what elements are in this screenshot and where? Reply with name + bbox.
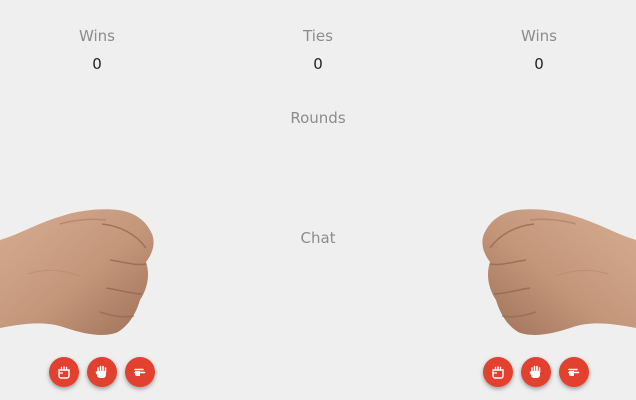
left-scissors-button[interactable]: [125, 357, 155, 387]
right-wins-value: 0: [534, 55, 544, 73]
chat-label: Chat: [300, 229, 336, 247]
ties-value: 0: [313, 55, 323, 73]
right-score: Wins 0: [479, 26, 599, 74]
left-paper-button[interactable]: [87, 357, 117, 387]
ties-label: Ties: [303, 27, 333, 45]
rock-icon: [492, 366, 504, 379]
rounds-label: Rounds: [290, 109, 346, 127]
right-scissors-button[interactable]: [559, 357, 589, 387]
left-rock-button[interactable]: [49, 357, 79, 387]
left-score: Wins 0: [37, 26, 157, 74]
right-fist-image: [482, 209, 636, 335]
scissors-icon: [568, 368, 580, 376]
left-wins-label: Wins: [79, 27, 115, 45]
ties-score: Ties 0: [258, 26, 378, 74]
rock-icon: [58, 366, 70, 379]
paper-icon: [95, 365, 107, 378]
left-fist-image: [0, 209, 154, 335]
left-wins-value: 0: [92, 55, 102, 73]
right-player-controls: [483, 357, 589, 387]
right-rock-button[interactable]: [483, 357, 513, 387]
scissors-icon: [134, 368, 146, 376]
paper-icon: [529, 365, 541, 378]
right-wins-label: Wins: [521, 27, 557, 45]
left-player-controls: [49, 357, 155, 387]
right-paper-button[interactable]: [521, 357, 551, 387]
